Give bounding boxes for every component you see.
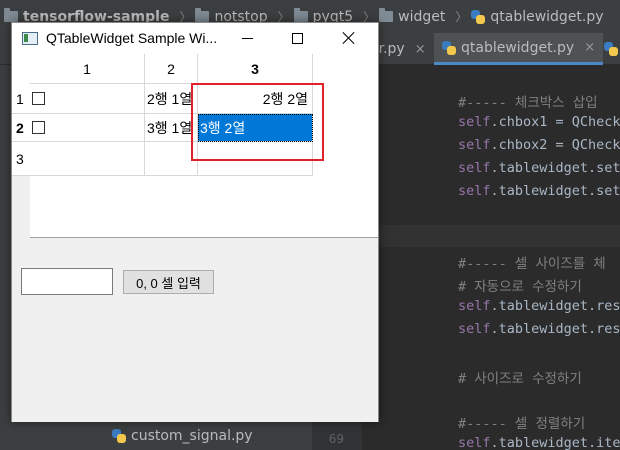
breadcrumb-separator: 〉 [455, 10, 468, 24]
breadcrumb-item[interactable]: qtablewidget.py [471, 8, 604, 25]
project-file-item[interactable]: custom_signal.py [112, 428, 253, 444]
table-cell-checkbox[interactable] [30, 114, 145, 142]
current-line-highlight [362, 225, 620, 247]
row-header-current[interactable]: 2 [12, 114, 30, 142]
code-line: self.chbox1 = QCheck [458, 114, 620, 130]
code-keyword: self [458, 435, 491, 450]
minimize-button[interactable] [224, 23, 270, 53]
code-line: self.tablewidget.ite [458, 435, 620, 450]
tab-close-icon[interactable]: × [415, 42, 426, 57]
code-text: .tablewidget.set [490, 183, 620, 199]
breadcrumb-item[interactable]: widget [379, 8, 446, 25]
row-header[interactable]: 1 [12, 84, 30, 114]
table-cell[interactable] [30, 142, 145, 176]
folder-icon [293, 8, 308, 22]
maximize-button[interactable] [274, 23, 320, 53]
python-file-icon [112, 429, 126, 443]
project-file-label: custom_signal.py [131, 428, 253, 444]
code-text: .tablewidget.set [490, 160, 620, 176]
python-file-icon [471, 9, 486, 24]
table-cell-checkbox[interactable] [30, 84, 145, 114]
python-file-icon [604, 42, 618, 56]
window-title: QTableWidget Sample Wi... [46, 30, 218, 46]
close-icon [342, 31, 356, 45]
minimize-icon [241, 37, 253, 39]
code-line: self.tablewidget.set [458, 160, 620, 176]
code-keyword: self [458, 183, 491, 199]
window-icon [22, 32, 38, 45]
folder-icon [4, 8, 18, 22]
editor-tab-active[interactable]: qtablewidget.py × [434, 33, 604, 65]
code-line: #----- 체크박스 삽입 [458, 95, 598, 111]
code-line: #----- 셀 사이즈를 체 [458, 256, 606, 272]
code-text: .chbox1 = QCheck [490, 114, 620, 130]
checkbox[interactable] [32, 92, 45, 105]
code-line: # 자동으로 수정하기 [458, 279, 582, 295]
annotation-highlight-box [191, 83, 324, 161]
table-corner-button[interactable] [12, 54, 30, 84]
code-text: .chbox2 = QCheck [490, 137, 620, 153]
code-keyword: self [458, 298, 491, 314]
python-file-icon [442, 40, 456, 55]
code-text: .tablewidget.res [490, 321, 620, 337]
cell-value-input[interactable] [21, 268, 113, 295]
code-line: # 사이즈로 수정하기 [458, 371, 582, 387]
line-number: 69 [328, 432, 344, 446]
column-header-current[interactable]: 3 [198, 54, 313, 84]
code-line: self.tablewidget.set [458, 183, 620, 199]
code-keyword: self [458, 321, 491, 337]
fill-cell-button[interactable]: 0, 0 셀 입력 [123, 270, 214, 294]
breadcrumb-label: widget [398, 8, 446, 25]
code-keyword: self [458, 137, 491, 153]
code-line: self.tablewidget.res [458, 298, 620, 314]
folder-icon [379, 8, 394, 22]
code-text: .tablewidget.ite [490, 435, 620, 450]
code-editor[interactable]: #----- 체크박스 삽입 self.chbox1 = QCheck self… [362, 65, 620, 450]
code-line: self.tablewidget.res [458, 321, 620, 337]
editor-tab[interactable] [596, 33, 620, 65]
checkbox[interactable] [32, 121, 45, 134]
qt-window: QTableWidget Sample Wi... 1 2 3 1 2 3 2행… [11, 22, 379, 422]
code-keyword: self [458, 160, 491, 176]
window-titlebar[interactable]: QTableWidget Sample Wi... [12, 23, 378, 54]
column-header[interactable]: 2 [145, 54, 198, 84]
code-keyword: self [458, 114, 491, 130]
breadcrumb-label: qtablewidget.py [490, 8, 604, 25]
maximize-icon [291, 32, 303, 44]
close-button[interactable] [326, 23, 372, 53]
column-header[interactable]: 1 [30, 54, 145, 84]
folder-icon [195, 8, 210, 22]
code-line: self.chbox2 = QCheck [458, 137, 620, 153]
code-line: #----- 셀 정렬하기 [458, 416, 586, 432]
row-header[interactable]: 3 [12, 142, 30, 176]
tab-close-icon[interactable]: × [584, 40, 595, 55]
editor-tab-label: qtablewidget.py [461, 39, 575, 56]
code-text: .tablewidget.res [490, 298, 620, 314]
